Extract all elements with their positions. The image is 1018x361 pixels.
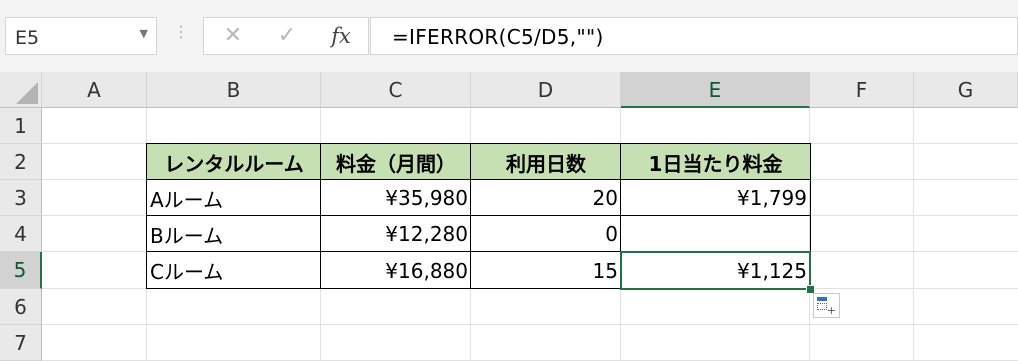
select-all-button[interactable] xyxy=(0,72,42,108)
name-box[interactable]: E5 ▼ xyxy=(5,17,157,55)
column-header-c[interactable]: C xyxy=(321,72,471,108)
header-cell-daily-fee[interactable]: 1日当たり料金 xyxy=(621,144,810,180)
row-header-1[interactable]: 1 xyxy=(0,108,42,144)
formula-buttons: ✕ ✓ fx xyxy=(203,17,369,55)
chevron-down-icon[interactable]: ▼ xyxy=(140,27,148,40)
enter-icon[interactable]: ✓ xyxy=(272,23,302,49)
row-header-2[interactable]: 2 xyxy=(0,144,42,180)
cell-b5[interactable]: Cルーム xyxy=(147,252,321,289)
drag-handle-icon[interactable]: ⋮ xyxy=(173,24,189,40)
column-header-d[interactable]: D xyxy=(471,72,621,108)
header-cell-room[interactable]: レンタルルーム xyxy=(147,144,321,180)
cell-d4[interactable]: 0 xyxy=(471,216,621,252)
formula-bar: E5 ▼ ⋮ ✕ ✓ fx =IFERROR(C5/D5,"") xyxy=(0,0,1018,72)
worksheet-grid[interactable]: A B C D E F G 1 2 3 4 5 6 7 レンタルルーム 料金（月… xyxy=(0,72,1018,361)
cell-e4[interactable] xyxy=(621,216,810,252)
cell-c3[interactable]: ¥35,980 xyxy=(321,180,471,216)
name-box-value: E5 xyxy=(15,27,40,49)
column-header-g[interactable]: G xyxy=(914,72,1018,108)
cell-c4[interactable]: ¥12,280 xyxy=(321,216,471,252)
active-cell-outline xyxy=(620,251,811,290)
column-header-f[interactable]: F xyxy=(810,72,914,108)
column-header-a[interactable]: A xyxy=(42,72,147,108)
column-header-b[interactable]: B xyxy=(147,72,321,108)
quick-analysis-icon[interactable]: + xyxy=(813,293,840,318)
cell-d5[interactable]: 15 xyxy=(471,252,621,289)
insert-function-button[interactable]: fx xyxy=(326,23,356,49)
cell-b4[interactable]: Bルーム xyxy=(147,216,321,252)
cell-d3[interactable]: 20 xyxy=(471,180,621,216)
row-header-5[interactable]: 5 xyxy=(0,252,42,289)
cancel-icon[interactable]: ✕ xyxy=(218,23,248,49)
row-header-3[interactable]: 3 xyxy=(0,180,42,216)
formula-text: =IFERROR(C5/D5,"") xyxy=(392,25,604,49)
row-header-7[interactable]: 7 xyxy=(0,325,42,361)
cell-c5[interactable]: ¥16,880 xyxy=(321,252,471,289)
header-cell-days-used[interactable]: 利用日数 xyxy=(471,144,621,180)
header-cell-monthly-fee[interactable]: 料金（月間） xyxy=(321,144,471,180)
formula-input[interactable]: =IFERROR(C5/D5,"") xyxy=(370,17,1018,55)
cell-b3[interactable]: Aルーム xyxy=(147,180,321,216)
cell-e3[interactable]: ¥1,799 xyxy=(621,180,810,216)
column-header-e[interactable]: E xyxy=(621,72,810,108)
row-header-4[interactable]: 4 xyxy=(0,216,42,252)
row-header-6[interactable]: 6 xyxy=(0,289,42,325)
